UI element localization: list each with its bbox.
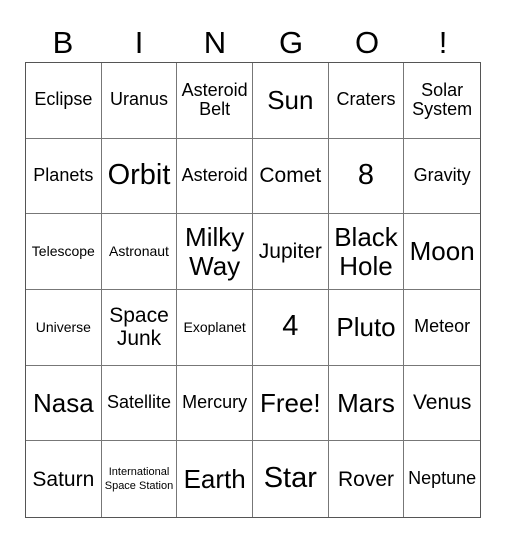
bingo-cell[interactable]: Mars: [328, 365, 405, 442]
bingo-cell[interactable]: 8: [328, 138, 405, 215]
header-letter: O: [354, 25, 380, 60]
bingo-cell[interactable]: Nasa: [26, 365, 102, 442]
bingo-cell[interactable]: Asteroid: [177, 138, 253, 215]
bingo-cell[interactable]: Meteor: [404, 290, 480, 366]
bingo-cell[interactable]: Pluto: [328, 289, 405, 366]
bingo-cell[interactable]: Eclipse: [26, 63, 102, 139]
bingo-grid: Eclipse Uranus Asteroid Belt Sun Craters…: [25, 62, 481, 518]
bingo-cell[interactable]: Orbit: [101, 138, 178, 215]
bingo-cell[interactable]: Sun: [252, 63, 329, 139]
bingo-cell[interactable]: Universe: [26, 289, 102, 366]
header-letter: !: [438, 25, 448, 60]
bingo-cell[interactable]: Uranus: [101, 63, 178, 139]
bingo-cell[interactable]: Mercury: [177, 365, 253, 442]
bingo-cell[interactable]: Craters: [328, 63, 405, 139]
bingo-cell[interactable]: Jupiter: [252, 214, 329, 290]
bingo-cell[interactable]: Saturn: [26, 441, 102, 517]
bingo-cell[interactable]: Star: [253, 441, 329, 517]
bingo-cell[interactable]: Asteroid Belt: [177, 63, 253, 139]
bingo-cell[interactable]: Satellite: [101, 365, 178, 442]
bingo-cell[interactable]: Solar System: [404, 63, 480, 139]
bingo-cell[interactable]: 4: [252, 289, 329, 366]
bingo-cell[interactable]: Milky Way: [177, 214, 253, 290]
bingo-cell[interactable]: Comet: [252, 138, 329, 215]
bingo-cell[interactable]: Gravity: [404, 139, 480, 215]
bingo-cell[interactable]: Rover: [329, 441, 405, 517]
header-letter: G: [278, 25, 304, 60]
bingo-cell[interactable]: Black Hole: [328, 214, 405, 290]
bingo-cell[interactable]: Space Junk: [101, 289, 178, 366]
bingo-cell[interactable]: Exoplanet: [177, 289, 253, 366]
header-letter: I: [134, 25, 144, 60]
bingo-header: B I N G O !: [25, 24, 481, 62]
bingo-cell[interactable]: Moon: [404, 214, 480, 290]
bingo-cell[interactable]: Earth: [177, 441, 253, 517]
header-letter: B: [52, 25, 74, 60]
header-letter: N: [203, 25, 227, 60]
bingo-cell[interactable]: Planets: [26, 138, 102, 215]
bingo-cell[interactable]: International Space Station: [102, 441, 178, 517]
bingo-cell[interactable]: Neptune: [404, 441, 480, 517]
bingo-cell free-space[interactable]: Free!: [252, 365, 329, 442]
bingo-cell[interactable]: Telescope: [26, 214, 102, 290]
bingo-cell[interactable]: Astronaut: [101, 214, 178, 290]
bingo-cell[interactable]: Venus: [404, 366, 480, 442]
